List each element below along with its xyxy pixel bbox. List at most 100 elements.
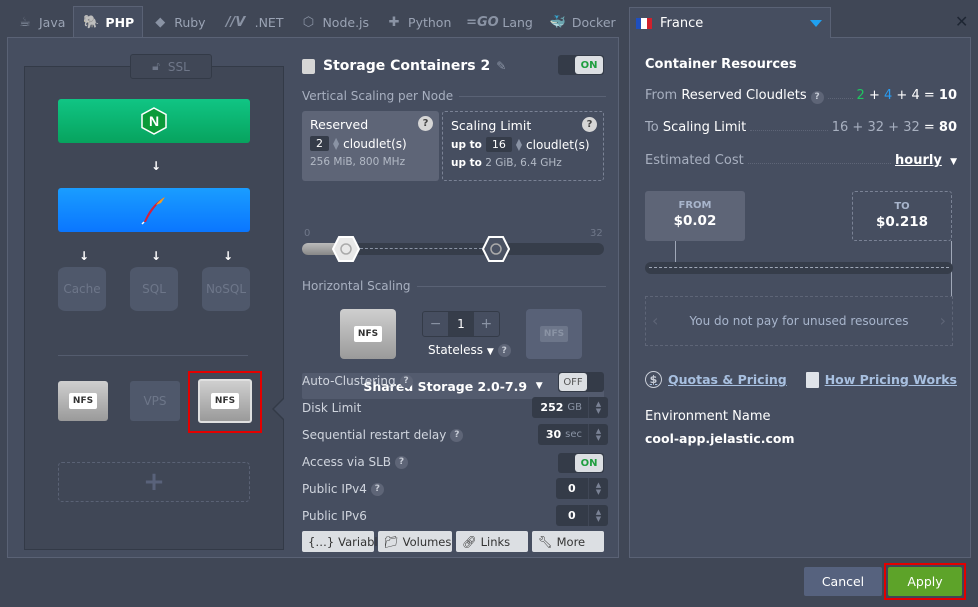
help-icon[interactable]: ? [370,482,384,496]
links-button[interactable]: 🔗︎ Links [456,531,528,552]
environment-name-value[interactable]: cool-app.jelastic.com [645,431,795,446]
reserved-slider-handle[interactable] [332,235,360,263]
help-icon[interactable]: ? [582,117,597,132]
cost-period-dropdown[interactable]: hourly [895,153,942,168]
help-icon[interactable]: ? [810,90,824,104]
scaling-limit-input[interactable]: 16 [485,137,512,152]
topology-wizard: 🔓︎ SSL N ↓ ↓ ↓ ↓ Cache SQL NoSQL NFS VPS… [24,54,284,550]
tab-java[interactable]: ☕ Java [8,6,73,38]
help-icon[interactable]: ? [395,455,409,469]
ssl-toggle[interactable]: 🔓︎ SSL [130,54,212,79]
apply-highlight [884,563,966,600]
quotas-pricing-link[interactable]: $ Quotas & Pricing [645,371,787,388]
spinner-arrows-icon[interactable]: ▲ ▼ [588,397,608,418]
spinner-arrows-icon[interactable]: ▲ ▼ [588,424,608,445]
flow-arrow-icon: ↓ [223,249,234,263]
flow-arrow-icon: ↓ [151,249,162,263]
php-elephant-icon: 🐘 [83,15,100,30]
add-node-button[interactable]: + [58,462,250,502]
edit-pencil-icon[interactable]: ✎ [496,59,506,73]
public-ipv6-input[interactable]: 0 ▲ ▼ [556,505,608,526]
apache-app-server-node[interactable] [58,188,250,232]
slider-max-label: 32 [590,228,603,239]
vps-node-slot[interactable]: VPS [130,381,180,421]
docker-icon: 🐳 [549,14,566,30]
tab-docker[interactable]: 🐳 Docker [541,6,624,38]
spinner-arrows-icon[interactable]: ▲ ▼ [333,136,339,150]
environment-name-label: Environment Name [645,409,771,424]
caret-down-icon: ▼ [486,347,494,357]
nfs-folder-icon: NFS [68,393,98,409]
nosql-node-slot[interactable]: NoSQL [202,267,250,311]
cost-to-box: TO $0.218 [852,191,952,241]
cloudlet-slider[interactable] [302,236,604,262]
cancel-button[interactable]: Cancel [804,567,882,596]
resources-title: Container Resources [645,57,797,72]
volumes-button[interactable]: 📁︎ Volumes [378,531,452,552]
caret-down-icon [810,20,822,27]
reserved-cloudlets-input[interactable]: 2 [310,136,329,151]
how-pricing-works-link[interactable]: How Pricing Works [805,371,957,388]
wrench-icon: 🔧︎ [538,534,553,549]
help-icon[interactable]: ? [418,116,433,131]
tab-php[interactable]: 🐘 PHP [73,6,144,38]
node-count-value[interactable]: 1 [448,312,474,336]
hard-disk-icon [302,58,315,74]
node-count-stepper[interactable]: − 1 + [422,311,500,337]
chevron-left-icon[interactable]: ‹ [652,311,658,330]
tab-golang[interactable]: =GO Lang [459,6,540,38]
dotnet-icon: //V [225,14,246,30]
limit-slider-handle[interactable] [482,235,510,263]
node-enabled-toggle[interactable]: ON [558,55,604,75]
tab-dotnet[interactable]: //V .NET [214,6,292,38]
horizontal-scaling-heading: Horizontal Scaling [302,279,606,293]
chevron-right-icon[interactable]: › [940,311,946,330]
spinner-arrows-icon[interactable]: ▲ ▼ [516,137,522,151]
pricing-tip-carousel: ‹ You do not pay for unused resources › [645,296,953,346]
ruby-icon: ◆ [155,14,166,30]
storage-node-nfs-1[interactable]: NFS [58,381,108,421]
variables-button[interactable]: {…} Variables [302,531,391,552]
sql-node-slot[interactable]: SQL [130,267,178,311]
svg-text:N: N [149,113,159,129]
spinner-arrows-icon[interactable]: ▲ ▼ [588,505,608,526]
scaling-limit-box: Scaling Limit ? up to 16 ▲ ▼ cloudlet(s) … [442,111,604,181]
nginx-balancer-node[interactable]: N [58,99,250,143]
tab-nodejs[interactable]: ⬡ Node.js [291,6,377,38]
tab-ruby[interactable]: ◆ Ruby [143,6,213,38]
estimated-cost-row: Estimated Cost hourly ▼ [645,153,957,168]
more-button[interactable]: 🔧︎ More [532,531,604,552]
golang-icon: =GO [466,14,499,30]
python-icon: ✚ [388,14,400,30]
region-dropdown[interactable]: France [629,7,831,38]
selection-highlight [188,371,262,433]
dollar-icon: $ [645,371,662,388]
spinner-arrows-icon[interactable]: ▲ ▼ [588,478,608,499]
apache-feather-icon [141,197,165,225]
increment-button[interactable]: + [474,312,499,336]
environment-config-panel: 🔓︎ SSL N ↓ ↓ ↓ ↓ Cache SQL NoSQL NFS VPS… [7,37,619,558]
unlock-icon: 🔓︎ [152,59,160,73]
slb-access-toggle[interactable]: ON [558,453,604,473]
node-title: Storage Containers 2 [323,58,491,74]
resources-panel: Container Resources From Reserved Cloudl… [629,37,971,558]
close-icon[interactable]: ✕ [955,12,968,31]
help-icon[interactable]: ? [399,374,413,388]
cache-node-slot[interactable]: Cache [58,267,106,311]
cost-range-bar [645,262,953,274]
flow-arrow-icon: ↓ [79,249,90,263]
divider [58,355,248,356]
tab-python[interactable]: ✚ Python [377,6,459,38]
restart-delay-input[interactable]: 30 sec ▲ ▼ [537,424,608,445]
slider-min-label: 0 [304,228,311,239]
public-ipv4-input[interactable]: 0 ▲ ▼ [556,478,608,499]
nginx-icon: N [141,107,167,135]
decrement-button[interactable]: − [423,312,448,336]
reserved-cloudlets-summary: From Reserved Cloudlets? 2 + 4 + 4 = 10 [645,88,957,104]
scaling-mode-dropdown[interactable]: Stateless ▼? [428,343,511,357]
help-icon[interactable]: ? [450,428,464,442]
disk-limit-input[interactable]: 252 GB ▲ ▼ [532,397,608,418]
auto-clustering-toggle[interactable]: OFF [558,372,604,392]
nfs-node-ghost-icon: NFS [526,309,582,359]
help-icon[interactable]: ? [497,344,511,357]
